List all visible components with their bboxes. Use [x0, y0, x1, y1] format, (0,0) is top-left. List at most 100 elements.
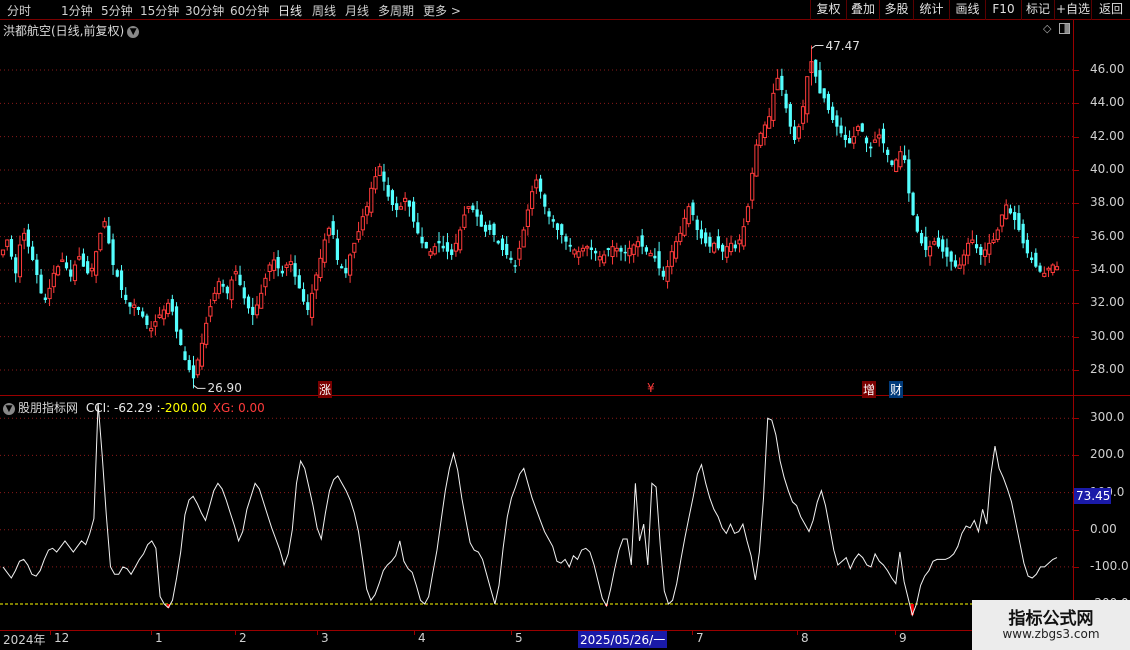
cci-axis-label: 300.0	[1090, 410, 1125, 425]
candle-body-up	[1050, 264, 1055, 273]
candle-body-down	[1017, 213, 1021, 230]
candle-body-up	[5, 239, 10, 247]
tf-30min[interactable]: 30分钟	[185, 2, 224, 19]
candle-body-down	[35, 259, 39, 275]
candle-body-up	[398, 206, 403, 210]
date-label-mar: 3	[321, 631, 329, 645]
price-axis-tick	[1073, 203, 1079, 205]
candle-body-down	[390, 190, 395, 205]
panel-toggle-icon[interactable]	[1059, 23, 1070, 34]
candle-body-down	[107, 225, 111, 244]
candle-body-down	[551, 219, 555, 222]
candle-body-up	[534, 179, 539, 189]
tf-daily[interactable]: 日线	[278, 2, 302, 19]
multi-stock-button[interactable]: 多股	[879, 0, 913, 20]
candle-body-down	[124, 294, 128, 300]
candle-body-down	[890, 160, 894, 165]
back-button[interactable]: 返回	[1091, 0, 1130, 20]
candle-body-down	[86, 261, 90, 274]
candle-body-up	[453, 242, 459, 252]
candle-body-up	[898, 151, 903, 168]
candle-body-up	[462, 214, 467, 228]
price-axis-label: 38.00	[1090, 195, 1125, 210]
candle-body-up	[585, 246, 590, 249]
high-pointer	[811, 45, 824, 49]
candle-body-down	[119, 270, 124, 290]
event-marker-dividend[interactable]: ¥	[647, 381, 655, 395]
mark-button[interactable]: 标记	[1021, 0, 1054, 20]
f10-button[interactable]: F10	[985, 0, 1021, 20]
tf-more[interactable]: 更多 >	[423, 2, 461, 19]
candle-body-down	[115, 270, 119, 277]
candle-body-down	[831, 106, 835, 120]
chevron-down-icon[interactable]: ▼	[127, 25, 140, 38]
candle-body-up	[982, 249, 988, 257]
candle-body-up	[458, 229, 463, 251]
candle-body-down	[505, 243, 509, 255]
candle-body-down	[1008, 208, 1013, 214]
statistics-button[interactable]: 统计	[913, 0, 949, 20]
candle-body-down	[43, 297, 47, 300]
candle-body-up	[149, 327, 154, 332]
candle-body-up	[665, 266, 670, 282]
candle-body-down	[450, 249, 454, 255]
date-tick	[895, 630, 896, 635]
candle-body-up	[309, 292, 315, 318]
candle-body-up	[98, 232, 103, 251]
candle-body-up	[673, 241, 679, 259]
candle-body-up	[254, 304, 260, 316]
candle-body-down	[293, 263, 297, 277]
date-tick	[235, 630, 236, 635]
candle-body-down	[555, 223, 560, 230]
watermark-title: 指标公式网	[1008, 609, 1094, 629]
tf-weekly[interactable]: 周线	[312, 2, 336, 19]
candle-body-down	[695, 219, 699, 230]
tf-multi-period[interactable]: 多周期	[378, 2, 414, 19]
adjust-button[interactable]: 复权	[810, 0, 846, 20]
top-toolbar: 分时 1分钟 5分钟 15分钟 30分钟 60分钟 日线 周线 月线 多周期 更…	[0, 0, 1130, 20]
tf-60min[interactable]: 60分钟	[230, 2, 269, 19]
candle-body-down	[657, 251, 661, 269]
candle-body-down	[386, 185, 390, 197]
candle-body-up	[199, 342, 205, 367]
candle-body-down	[953, 260, 958, 267]
candle-body-down	[306, 302, 310, 310]
draw-line-button[interactable]: 画线	[949, 0, 985, 20]
tf-5min[interactable]: 5分钟	[101, 2, 133, 19]
candle-body-up	[377, 166, 382, 176]
candle-body-up	[364, 206, 370, 216]
add-watchlist-button[interactable]: +自选	[1054, 0, 1091, 20]
candle-body-down	[907, 159, 911, 194]
overlay-button[interactable]: 叠加	[846, 0, 879, 20]
candle-body-up	[597, 256, 602, 261]
current-cci-badge: 73.45	[1074, 488, 1111, 504]
cci-axis-tick	[1073, 455, 1079, 457]
candle-body-up	[77, 256, 82, 260]
candle-body-up	[627, 247, 632, 257]
date-label-2024: 2024年	[3, 633, 46, 647]
candle-body-down	[496, 240, 500, 244]
candle-body-up	[233, 271, 238, 275]
candle-body-down	[653, 255, 657, 259]
candle-body-down	[26, 229, 30, 247]
candle-body-down	[847, 138, 852, 144]
candle-body-up	[132, 304, 137, 308]
candle-body-down	[974, 244, 979, 249]
candle-body-down	[788, 104, 792, 127]
tf-15min[interactable]: 15分钟	[140, 2, 179, 19]
price-axis-tick	[1073, 303, 1079, 305]
diamond-icon[interactable]: ◇	[1043, 22, 1051, 35]
candle-body-down	[14, 257, 18, 274]
candle-body-down	[691, 202, 695, 215]
stock-title[interactable]: 洪都航空(日线,前复权) ▼	[3, 22, 140, 39]
tf-intraday[interactable]: 分时	[7, 2, 31, 19]
candle-body-up	[737, 239, 742, 245]
tf-1min[interactable]: 1分钟	[61, 2, 93, 19]
candle-body-up	[373, 176, 378, 190]
candle-body-down	[699, 229, 704, 239]
candle-body-up	[322, 239, 327, 263]
candle-body-down	[589, 247, 593, 250]
candle-body-down	[9, 239, 14, 257]
tf-monthly[interactable]: 月线	[345, 2, 369, 19]
candle-body-up	[89, 267, 94, 272]
